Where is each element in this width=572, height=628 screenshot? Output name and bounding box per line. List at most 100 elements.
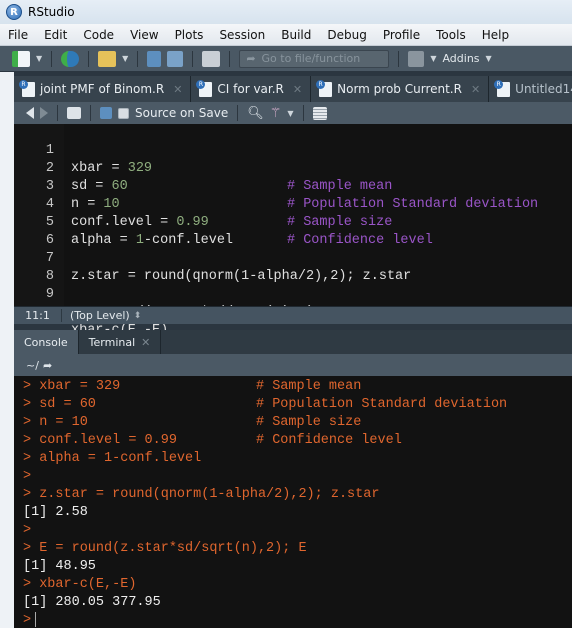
- console-input-line: > sd = 60 # Population Standard deviation: [23, 396, 563, 414]
- open-folder-dropdown-icon[interactable]: ▼: [122, 54, 128, 63]
- close-tab-icon[interactable]: ✕: [471, 83, 480, 96]
- menu-view[interactable]: View: [130, 28, 158, 42]
- addins-dropdown-icon[interactable]: ▼: [486, 54, 492, 63]
- tab-label: Console: [24, 335, 68, 349]
- window-title: RStudio: [28, 5, 75, 19]
- code-line: 1 xbar = 329 # Sample mean: [14, 124, 572, 194]
- toolbar-divider: [51, 50, 53, 67]
- go-to-arrow-icon: ➦: [246, 52, 256, 65]
- new-project-icon[interactable]: [61, 50, 80, 67]
- editor-status-bar: 11:1 (Top Level) ⬍: [14, 306, 572, 324]
- source-on-save-checkbox[interactable]: [118, 107, 129, 119]
- tab-norm-prob-current[interactable]: Norm prob Current.R ✕: [311, 76, 490, 102]
- console-text: > conf.level = 0.99: [23, 433, 177, 448]
- code-line: 7 z.star = round(qnorm(1-alpha/2),2); z.…: [14, 232, 572, 284]
- save-icon[interactable]: [147, 50, 162, 67]
- console-path-bar: ~/ ➦: [14, 354, 572, 376]
- console-tab-bar: Console Terminal ✕: [14, 330, 572, 354]
- tab-console[interactable]: Console: [14, 330, 79, 354]
- console-text: > n = 10: [23, 415, 88, 430]
- r-file-icon: [19, 79, 35, 97]
- close-tab-icon[interactable]: ✕: [293, 83, 302, 96]
- console-output-line: [1] 2.58: [23, 504, 563, 522]
- save-icon[interactable]: [100, 107, 112, 119]
- console-prompt[interactable]: >: [23, 612, 563, 628]
- main-toolbar: ▼ ▼ ➦ Go to file/function ▼ Addins ▼: [0, 46, 572, 72]
- toolbar-divider: [398, 50, 400, 67]
- console-input-line: > xbar-c(E,-E): [23, 576, 563, 594]
- forward-arrow-icon[interactable]: [40, 107, 48, 119]
- cursor-position: 11:1: [14, 309, 62, 322]
- scope-chevron-icon[interactable]: ⬍: [134, 311, 142, 321]
- menu-tools[interactable]: Tools: [436, 28, 466, 42]
- menu-bar: File Edit Code View Plots Session Build …: [0, 24, 572, 46]
- search-icon[interactable]: 🔍︎: [247, 106, 264, 121]
- tab-untitled14[interactable]: Untitled14* ✕: [489, 76, 572, 102]
- console-input-line: > xbar = 329 # Sample mean: [23, 378, 563, 396]
- text-cursor: [35, 612, 37, 627]
- r-file-icon: [316, 79, 333, 97]
- go-to-file-input[interactable]: ➦ Go to file/function: [239, 49, 390, 68]
- tab-label: Terminal: [88, 335, 136, 349]
- save-all-icon[interactable]: [167, 50, 184, 67]
- rstudio-logo-icon: R: [6, 4, 22, 20]
- console-comment: # Population Standard deviation: [256, 397, 508, 412]
- code-line: 6: [14, 214, 572, 248]
- open-folder-icon[interactable]: [98, 50, 117, 67]
- console-text: > alpha = 1-conf.level: [23, 451, 202, 466]
- r-file-icon: [196, 79, 213, 97]
- console-input-line: >: [23, 468, 563, 486]
- new-file-dropdown-icon[interactable]: ▼: [36, 54, 42, 63]
- console-input-line: > z.star = round(qnorm(1-alpha/2),2); z.…: [23, 486, 563, 504]
- menu-code[interactable]: Code: [83, 28, 114, 42]
- toolbar-divider: [90, 105, 91, 121]
- menu-edit[interactable]: Edit: [44, 28, 67, 42]
- console-input-line: > conf.level = 0.99 # Confidence level: [23, 432, 563, 450]
- console-text: >: [23, 523, 32, 538]
- console-text: [1] 48.95: [23, 559, 96, 574]
- close-tab-icon[interactable]: ✕: [173, 83, 182, 96]
- code-tools-dropdown-icon[interactable]: ▼: [287, 109, 293, 118]
- code-editor[interactable]: 1 xbar = 329 # Sample mean 2 sd = 60 # P…: [14, 124, 572, 338]
- magic-wand-icon[interactable]: ⚚: [270, 106, 282, 121]
- menu-build[interactable]: Build: [281, 28, 311, 42]
- toolbar-divider: [137, 50, 139, 67]
- console-comment: # Sample mean: [256, 379, 362, 394]
- tab-label: Norm prob Current.R: [337, 82, 462, 96]
- console-input-line: > E = round(z.star*sd/sqrt(n),2); E: [23, 540, 563, 558]
- code-line: 10 xbar-c(E,-E): [14, 286, 572, 338]
- console-text: > xbar = 329: [23, 379, 121, 394]
- tab-ci-for-var[interactable]: CI for var.R ✕: [191, 76, 312, 102]
- tab-label: CI for var.R: [217, 82, 284, 96]
- new-file-icon[interactable]: [12, 50, 30, 67]
- back-arrow-icon[interactable]: [26, 107, 34, 119]
- console-text: >: [23, 469, 32, 484]
- menu-help[interactable]: Help: [482, 28, 509, 42]
- console-comment: # Confidence level: [256, 433, 402, 448]
- addins-menu[interactable]: Addins: [442, 52, 479, 65]
- show-in-window-icon[interactable]: [67, 107, 81, 119]
- editor-tab-bar: joint PMF of Binom.R ✕ CI for var.R ✕ No…: [14, 76, 572, 102]
- toolbar-divider: [302, 105, 304, 121]
- toolbar-divider: [237, 105, 239, 121]
- tab-joint-pmf[interactable]: joint PMF of Binom.R ✕: [14, 76, 192, 102]
- console-output-line: [1] 48.95: [23, 558, 563, 576]
- menu-plots[interactable]: Plots: [175, 28, 204, 42]
- menu-file[interactable]: File: [8, 28, 28, 42]
- toolbar-divider: [229, 50, 231, 67]
- console-output[interactable]: > xbar = 329 # Sample mean > sd = 60 # Popu…: [14, 376, 572, 628]
- go-to-directory-icon[interactable]: ➦: [43, 359, 52, 372]
- console-input-line: >: [23, 522, 563, 540]
- document-outline-icon[interactable]: [312, 106, 327, 120]
- menu-debug[interactable]: Debug: [327, 28, 366, 42]
- console-text: > z.star = round(qnorm(1-alpha/2),2); z.…: [23, 487, 380, 502]
- layout-dropdown-icon[interactable]: ▼: [430, 54, 436, 63]
- print-icon[interactable]: [202, 50, 221, 67]
- menu-session[interactable]: Session: [219, 28, 265, 42]
- scope-selector[interactable]: (Top Level): [70, 309, 130, 322]
- grid-layout-icon[interactable]: [408, 50, 425, 67]
- menu-profile[interactable]: Profile: [383, 28, 420, 42]
- toolbar-divider: [192, 50, 194, 67]
- close-tab-icon[interactable]: ✕: [141, 336, 150, 349]
- tab-terminal[interactable]: Terminal ✕: [79, 330, 162, 354]
